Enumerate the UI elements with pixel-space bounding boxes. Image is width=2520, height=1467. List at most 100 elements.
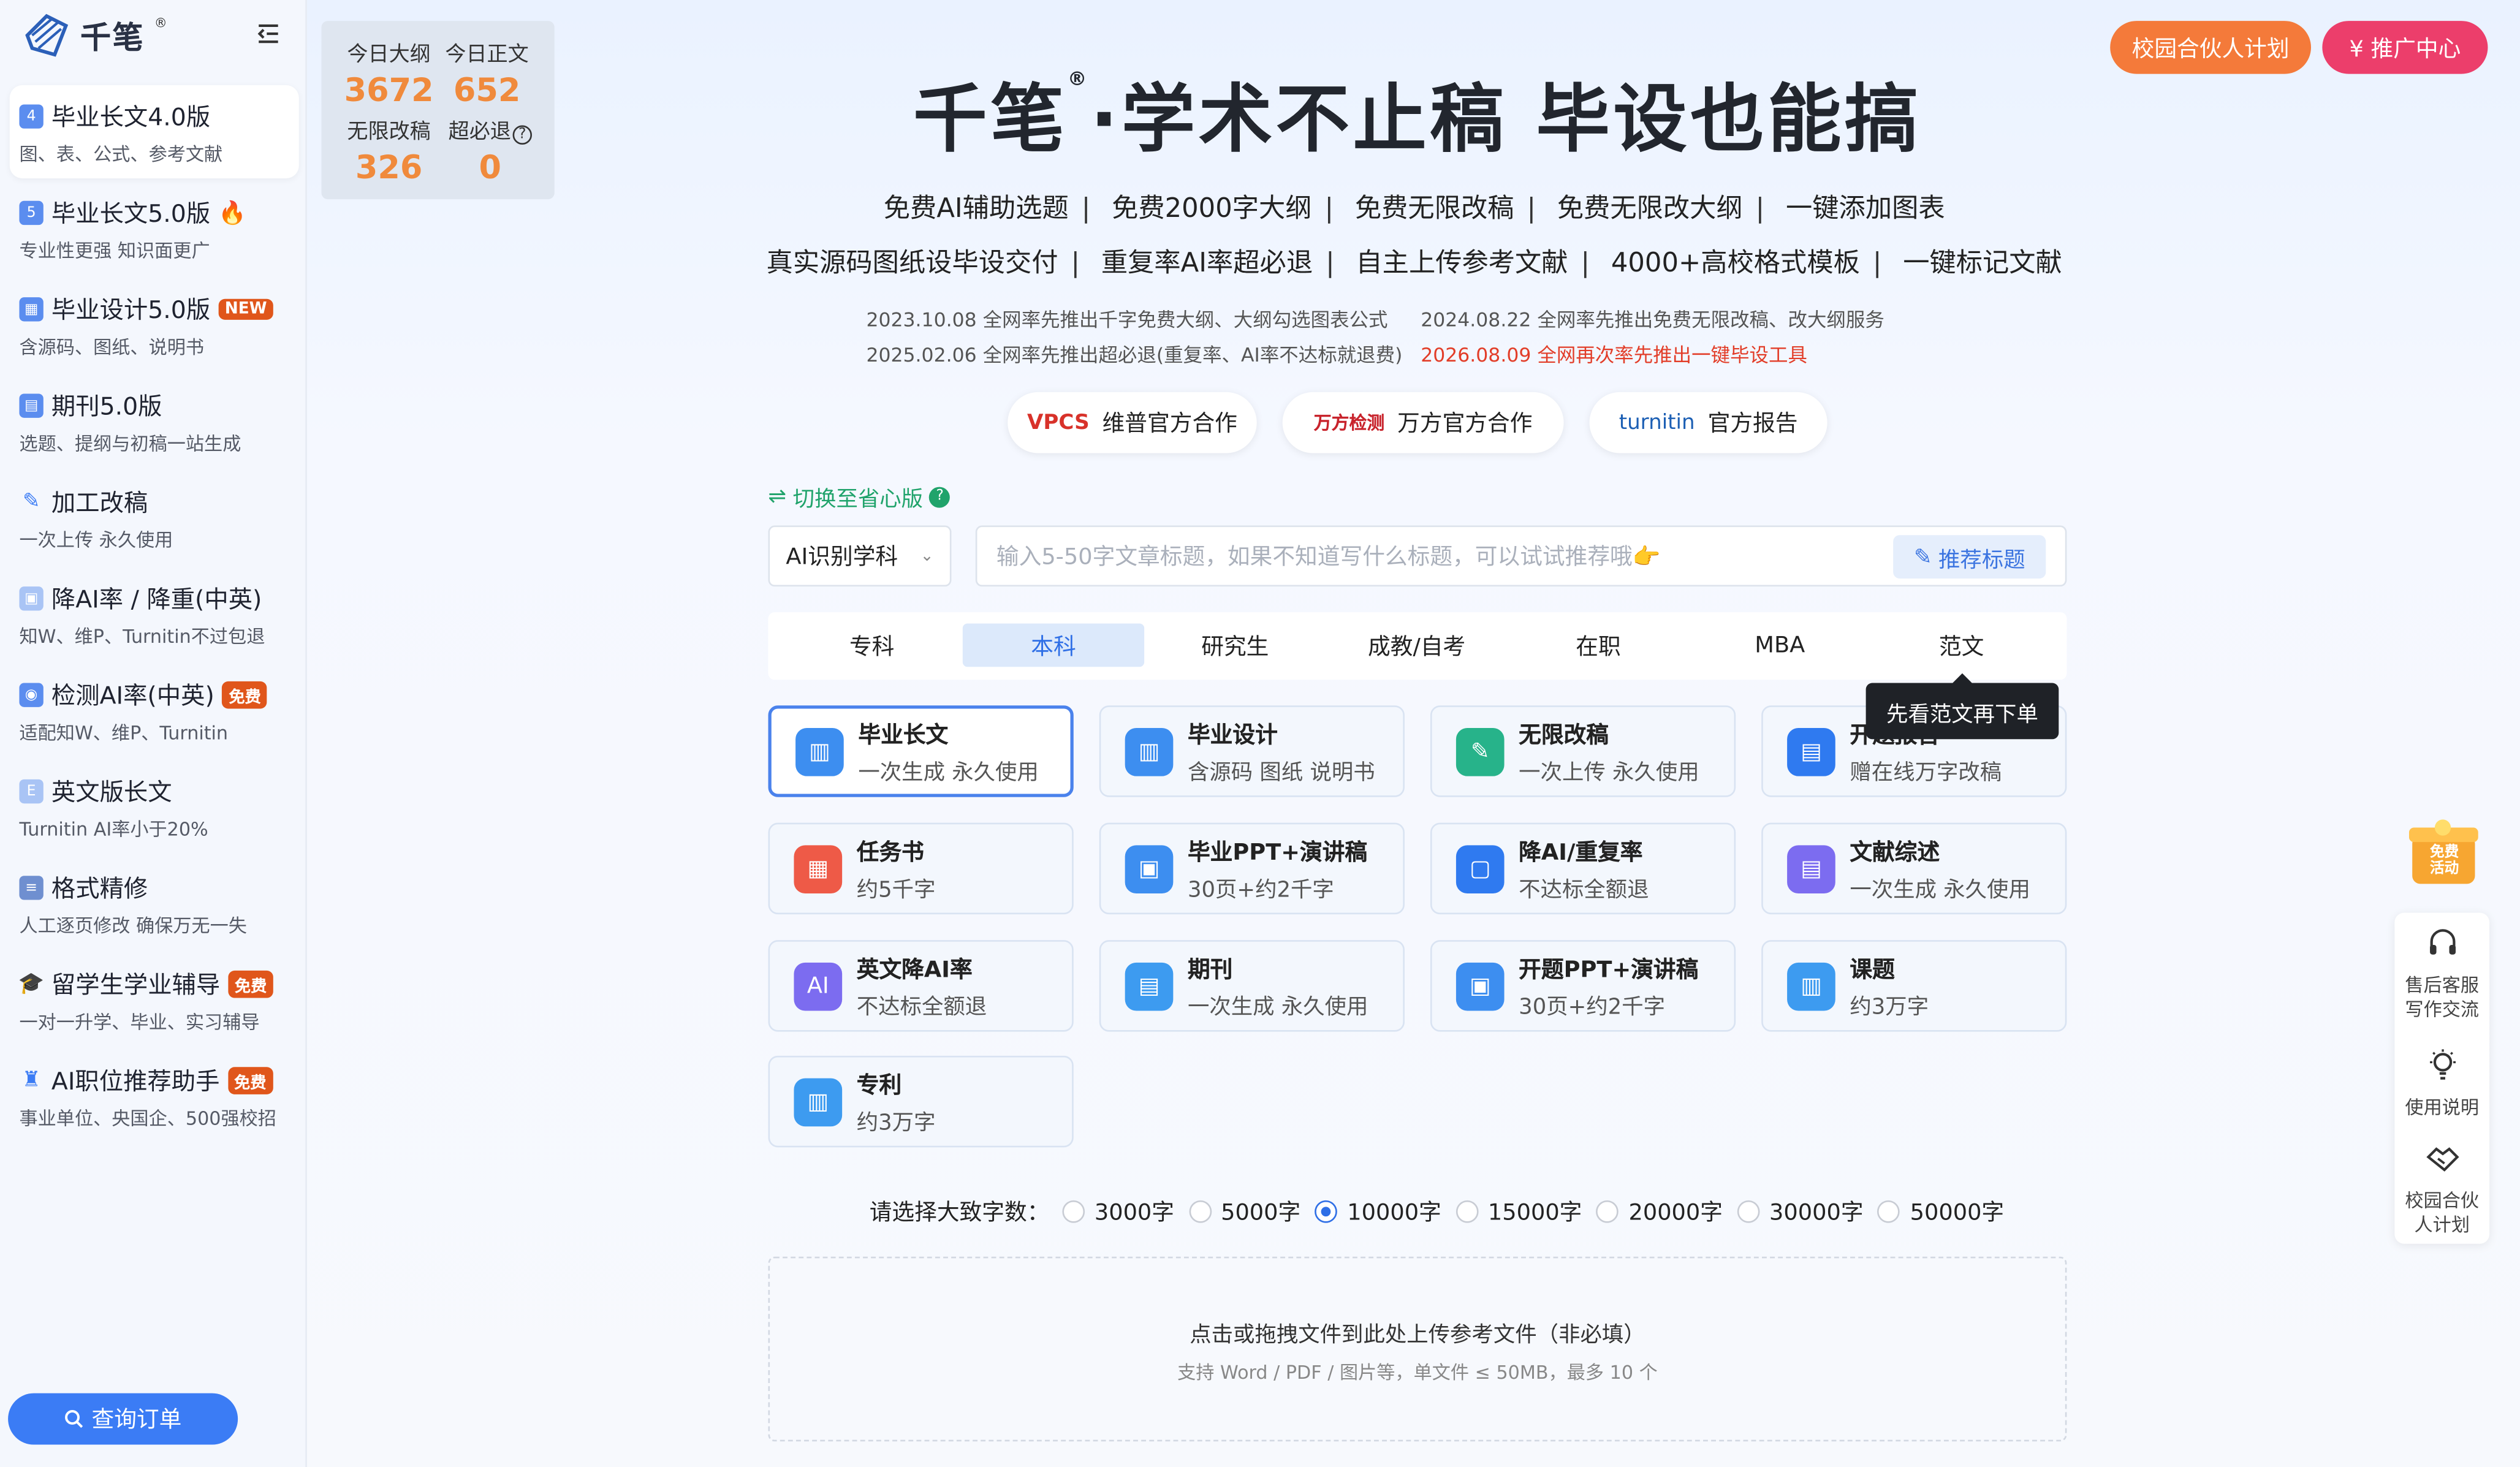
service-card-sub: 不达标全额退 [1519, 876, 1649, 903]
tab-graduate[interactable]: 研究生 [1144, 623, 1326, 667]
service-card[interactable]: ▥ 课题 约3万字 [1761, 940, 2067, 1032]
wordcount-option-20000[interactable]: 20000字 [1596, 1196, 1723, 1227]
service-card[interactable]: ✎ 无限改稿 一次上传 永久使用 [1430, 705, 1736, 797]
sidebar-item-journal[interactable]: ▤ 期刊5.0版 选题、提纲与初稿一站生成 [10, 374, 299, 468]
service-card[interactable]: ▥ 毕业设计 含源码 图纸 说明书 [1099, 705, 1405, 797]
collapse-sidebar-icon[interactable] [254, 19, 283, 48]
wordcount-option-15000[interactable]: 15000字 [1455, 1196, 1582, 1227]
help-circle-icon[interactable]: ? [512, 125, 533, 145]
sidebar-item-sub: 图、表、公式、参考文献 [19, 143, 223, 166]
service-card[interactable]: ▦ 任务书 约5千字 [768, 822, 1074, 915]
partner-wanfang[interactable]: 万方检测 万方官方合作 [1282, 392, 1564, 453]
customer-service-button[interactable]: 售后客服 写作交流 [2394, 926, 2489, 1022]
sidebar-item-label: 毕业长文4.0版 [51, 102, 211, 132]
tab-undergraduate[interactable]: 本科 [962, 623, 1145, 667]
query-order-button[interactable]: 查询订单 [8, 1393, 238, 1445]
service-card[interactable]: ▣ 毕业PPT+演讲稿 30页+约2千字 [1099, 822, 1405, 915]
logo[interactable]: 千笔 ® [23, 13, 167, 58]
degree-tabs: 专科 本科 研究生 成教/自考 在职 MBA 范文 [768, 612, 2067, 680]
promo-center-button[interactable]: ¥ 推广中心 [2322, 21, 2488, 74]
subject-select[interactable]: AI识别学科 ⌄ [768, 525, 952, 587]
service-card-sub: 约3万字 [856, 1109, 936, 1135]
feature: 一键标记文献 [1903, 247, 2062, 278]
partner-turnitin[interactable]: turnitin 官方报告 [1589, 392, 1827, 453]
magic-wand-icon: ✎ [1913, 544, 1932, 570]
service-card[interactable]: ▤ 文献综述 一次生成 永久使用 [1761, 822, 2067, 915]
tab-sample[interactable]: 范文 [1870, 623, 2052, 667]
stats-panel: 今日大纲 3672 今日正文 652 无限改稿 326 超必退? 0 [321, 21, 555, 200]
service-card[interactable]: ▣ 开题PPT+演讲稿 30页+约2千字 [1430, 940, 1736, 1032]
tab-in-service[interactable]: 在职 [1508, 623, 1689, 667]
service-card[interactable]: ▥ 专利 约3万字 [768, 1055, 1074, 1148]
stat-refund: 超必退? 0 [434, 114, 547, 186]
feature: 4000+高校格式模板 [1611, 247, 1860, 278]
news-item-highlight: 2026.08.09 全网再次率先推出一键毕设工具 [1421, 344, 1807, 366]
title-input-placeholder: 输入5-50字文章标题，如果不知道写什么标题，可以试试推荐哦👉 [996, 544, 1661, 570]
service-card[interactable]: ▢ 降AI/重复率 不达标全额退 [1430, 822, 1736, 915]
free-badge: 免费 [227, 1067, 273, 1094]
stat-label: 超必退? [434, 114, 547, 145]
sidebar-item-label: 留学生学业辅导 [51, 970, 221, 1000]
sidebar-item-format[interactable]: ≡ 格式精修 人工逐页修改 确保万无一失 [10, 857, 299, 950]
service-card-sub: 一次生成 永久使用 [858, 759, 1039, 786]
sidebar-item-thesis-5[interactable]: 5 毕业长文5.0版 🔥 专业性更强 知识面更广 [10, 181, 299, 275]
lightbulb-icon [2429, 1049, 2455, 1080]
sidebar-item-detect-ai[interactable]: ◉ 检测AI率(中英) 免费 适配知W、维P、Turnitin [10, 664, 299, 757]
wordcount-option-30000[interactable]: 30000字 [1737, 1196, 1864, 1227]
sidebar-item-job-assistant[interactable]: ♜ AI职位推荐助手 免费 事业单位、央国企、500强校招 [10, 1049, 299, 1142]
service-card-sub: 约3万字 [1850, 993, 1929, 1020]
tab-adult-education[interactable]: 成教/自考 [1326, 623, 1507, 667]
service-card[interactable]: ▥ 毕业长文 一次生成 永久使用 [768, 705, 1074, 797]
service-card[interactable]: ▤ 期刊 一次生成 永久使用 [1099, 940, 1405, 1032]
sidebar-item-label: 检测AI率(中英) [51, 681, 214, 711]
wanfang-logo-icon: 万方检测 [1313, 412, 1385, 434]
partner-label: 维普官方合作 [1102, 411, 1237, 438]
wordcount-option-3000[interactable]: 3000字 [1062, 1196, 1174, 1227]
service-card-icon: ▦ [794, 844, 843, 893]
wordcount-option-label: 5000字 [1221, 1200, 1301, 1226]
news-item: 2024.08.22 全网率先推出免费无限改稿、改大纲服务 [1421, 308, 1884, 332]
wordcount-option-label: 3000字 [1094, 1200, 1175, 1226]
service-card-sub: 一次生成 永久使用 [1850, 876, 2030, 903]
campus-partner-button[interactable]: 校园合伙人计划 [2110, 21, 2312, 74]
campus-partner-link[interactable]: 校园合伙 人计划 [2394, 1141, 2489, 1237]
stat-value: 326 [355, 148, 423, 187]
service-card-title: 无限改稿 [1519, 722, 1609, 748]
sidebar-item-sub: 选题、提纲与初稿一站生成 [19, 432, 241, 455]
feature: 一键添加图表 [1786, 192, 1945, 224]
features-line-2: 真实源码图纸设毕设交付 | 重复率AI率超必退 | 自主上传参考文献 | 4000+高… [766, 247, 2062, 278]
service-label-1: 售后客服 [2405, 974, 2480, 996]
wordcount-option-5000[interactable]: 5000字 [1188, 1196, 1301, 1227]
sidebar-item-design-5[interactable]: ▦ 毕业设计5.0版 NEW 含源码、图纸、说明书 [10, 278, 299, 371]
wordcount-selector: 请选择大致字数： 3000字 5000字 10000字 15000字 20000… [870, 1196, 2019, 1227]
sidebar-item-english[interactable]: E 英文版长文 Turnitin AI率小于20% [10, 760, 299, 853]
service-card-sub: 30页+约2千字 [1187, 876, 1334, 903]
service-card[interactable]: AI 英文降AI率 不达标全额退 [768, 940, 1074, 1032]
recommend-title-label: 推荐标题 [1938, 547, 2025, 573]
sample-tooltip: 先看范文再下单 [1865, 673, 2059, 740]
sidebar-item-thesis-4[interactable]: 4 毕业长文4.0版 图、表、公式、参考文献 [9, 85, 299, 179]
sidebar-item-revision[interactable]: ✎ 加工改稿 一次上传 永久使用 [10, 471, 299, 564]
switch-mode-link[interactable]: ⇌ 切换至省心版 ? [768, 480, 951, 513]
tab-mba[interactable]: MBA [1689, 623, 1870, 667]
upload-dropzone[interactable]: 点击或拖拽文件到此处上传参考文件（非必填） 支持 Word / PDF / 图片… [768, 1256, 2067, 1442]
service-card-title: 降AI/重复率 [1519, 840, 1643, 866]
sidebar-item-reduce-ai[interactable]: ▣ 降AI率 / 降重(中英) 知W、维P、Turnitin不过包退 [10, 567, 299, 661]
usage-guide-button[interactable]: 使用说明 [2394, 1048, 2489, 1120]
service-label-2: 写作交流 [2405, 998, 2480, 1021]
recommend-title-button[interactable]: ✎ 推荐标题 [1893, 535, 2046, 579]
upload-sub-text: 支持 Word / PDF / 图片等，单文件 ≤ 50MB，最多 10 个 [1177, 1361, 1658, 1384]
wordcount-option-10000[interactable]: 10000字 [1315, 1196, 1441, 1227]
tab-junior-college[interactable]: 专科 [781, 623, 962, 667]
page-title: 千笔®·学术不止稿 毕设也能搞 [769, 61, 2067, 167]
swap-icon: ⇌ [768, 483, 787, 510]
sidebar-item-label: 毕业长文5.0版 [51, 199, 211, 229]
sidebar-item-study-abroad[interactable]: 🎓 留学生学业辅导 免费 一对一升学、毕业、实习辅导 [10, 953, 299, 1046]
help-icon[interactable]: ? [929, 486, 951, 507]
partner-vip[interactable]: VPCS 维普官方合作 [1008, 392, 1257, 453]
free-activity-gift-icon[interactable]: 免费活动 [2406, 813, 2481, 890]
wordcount-option-50000[interactable]: 50000字 [1878, 1196, 2004, 1227]
feature: 真实源码图纸设毕设交付 [766, 247, 1058, 278]
reduce-ai-icon: ▣ [19, 586, 44, 611]
stat-label-text: 超必退 [448, 120, 511, 145]
